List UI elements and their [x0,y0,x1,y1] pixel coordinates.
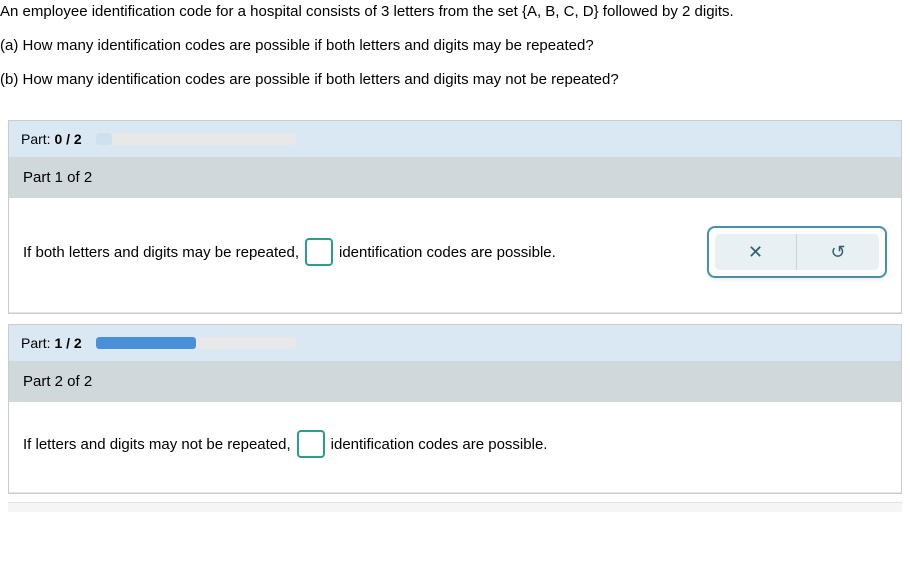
progress-bar-2 [96,337,296,349]
undo-icon: ↺ [830,242,845,263]
answer-input-2[interactable] [297,430,325,458]
answer-sentence-2: If letters and digits may not be repeate… [23,430,547,458]
progress-fill-1 [96,133,112,145]
sentence-before-1: If both letters and digits may be repeat… [23,244,299,261]
close-icon: ✕ [748,242,763,263]
progress-label-2: Part: 1 / 2 [21,335,82,351]
problem-question-a: (a) How many identification codes are po… [0,34,910,58]
sentence-after-1: identification codes are possible. [339,244,556,261]
answer-toolbar: ✕ ↺ [707,226,887,278]
problem-intro: An employee identification code for a ho… [0,0,910,24]
progress-label-1: Part: 0 / 2 [21,131,82,147]
answer-input-1[interactable] [305,238,333,266]
part-title-1: Part 1 of 2 [9,157,901,198]
footer-strip [8,502,902,512]
reset-button[interactable]: ↺ [797,234,879,270]
progress-bar-1 [96,133,296,145]
answer-sentence-1: If both letters and digits may be repeat… [23,238,556,266]
sentence-after-2: identification codes are possible. [331,436,548,453]
clear-button[interactable]: ✕ [715,234,797,270]
problem-question-b: (b) How many identification codes are po… [0,68,910,92]
part-body-2: If letters and digits may not be repeate… [9,402,901,493]
part-container-2: Part: 1 / 2 Part 2 of 2 If letters and d… [8,324,902,494]
part-title-2: Part 2 of 2 [9,361,901,402]
problem-statement: An employee identification code for a ho… [0,0,910,110]
progress-fill-2 [96,337,196,349]
part-container-1: Part: 0 / 2 Part 1 of 2 If both letters … [8,120,902,314]
part-body-1: If both letters and digits may be repeat… [9,198,901,313]
progress-header-2: Part: 1 / 2 [9,325,901,361]
sentence-before-2: If letters and digits may not be repeate… [23,436,291,453]
progress-header-1: Part: 0 / 2 [9,121,901,157]
